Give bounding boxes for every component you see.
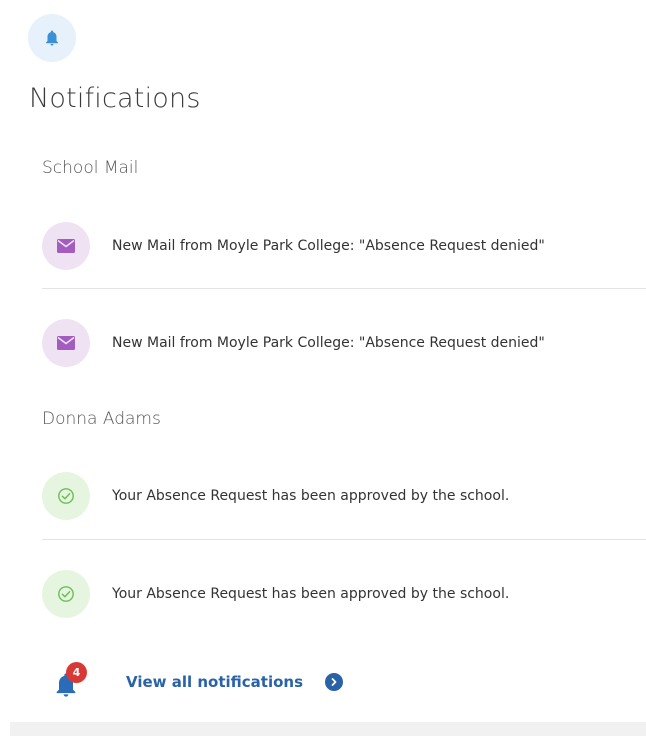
notification-count-badge: 4 [66, 662, 87, 683]
chevron-right-icon [331, 678, 337, 686]
check-circle-icon [58, 586, 74, 602]
notification-text: Your Absence Request has been approved b… [112, 586, 510, 602]
notification-item[interactable]: New Mail from Moyle Park College: "Absen… [42, 221, 646, 271]
divider [42, 288, 646, 289]
check-icon-wrap [42, 570, 90, 618]
envelope-icon [57, 336, 75, 350]
notification-item[interactable]: New Mail from Moyle Park College: "Absen… [42, 318, 646, 368]
view-all-chevron-button[interactable] [325, 673, 344, 691]
notification-text: Your Absence Request has been approved b… [112, 488, 510, 504]
envelope-icon-wrap [42, 222, 90, 270]
check-icon-wrap [42, 472, 90, 520]
page-title: Notifications [29, 83, 201, 114]
envelope-icon-wrap [42, 319, 90, 367]
envelope-icon [57, 239, 75, 253]
group-label-school-mail: School Mail [42, 158, 139, 178]
group-label-donna-adams: Donna Adams [42, 409, 161, 429]
notification-item[interactable]: Your Absence Request has been approved b… [42, 569, 646, 619]
notifications-panel: Notifications School Mail New Mail from … [0, 0, 646, 736]
notification-item[interactable]: Your Absence Request has been approved b… [42, 471, 646, 521]
divider [42, 539, 646, 540]
bell-icon [46, 30, 58, 46]
notification-text: New Mail from Moyle Park College: "Absen… [112, 238, 545, 254]
header-bell-button[interactable] [28, 14, 76, 62]
check-circle-icon [58, 488, 74, 504]
view-all-notifications-link[interactable]: View all notifications [126, 673, 303, 691]
bottom-bar [10, 722, 646, 736]
notifications-footer: 4 View all notifications [52, 660, 344, 704]
footer-bell-button[interactable]: 4 [52, 662, 87, 699]
notification-text: New Mail from Moyle Park College: "Absen… [112, 335, 545, 351]
